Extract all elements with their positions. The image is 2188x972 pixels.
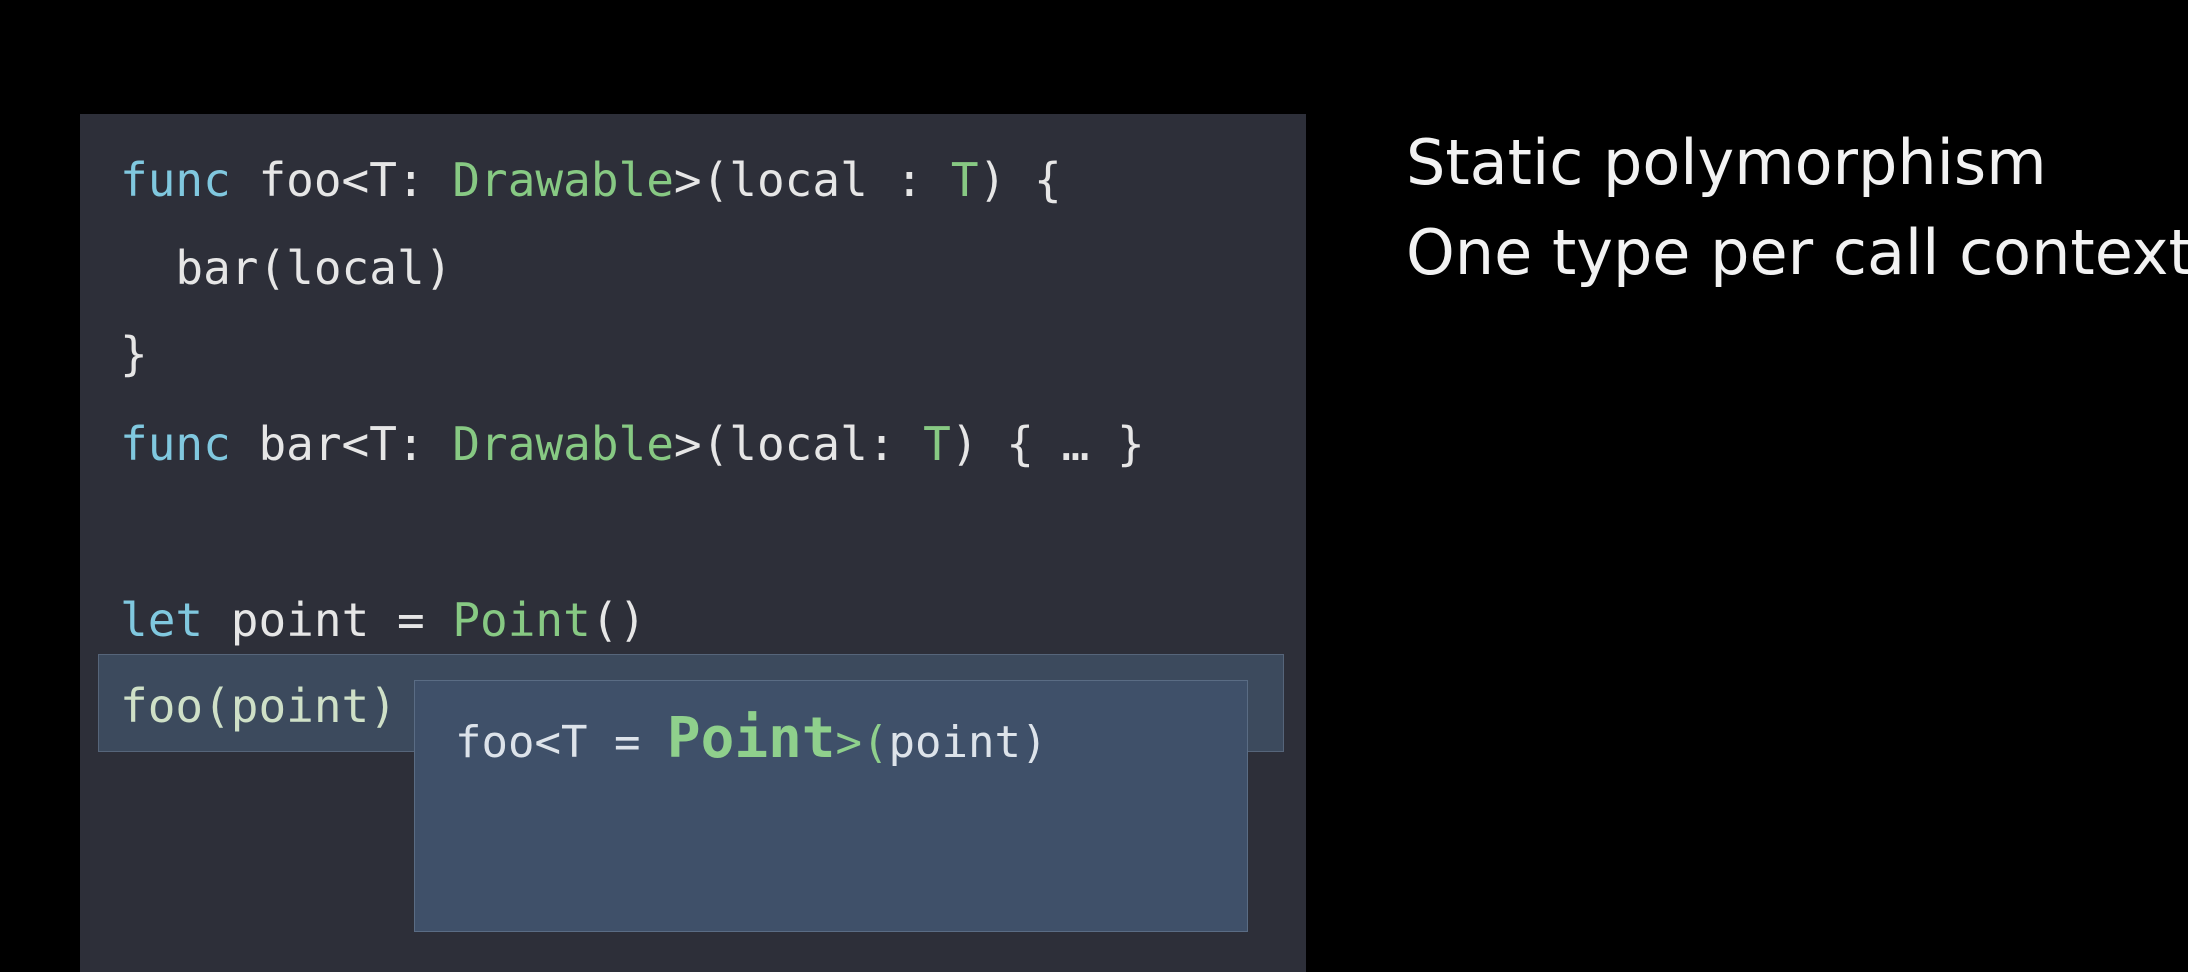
popup-suffix-open: >( <box>835 717 889 768</box>
popup-type: Point <box>666 706 836 771</box>
popup-code: foo<T = Point>(point) <box>455 709 1047 773</box>
keyword-let: let <box>120 593 204 647</box>
code-line-foo-call: foo(point) <box>120 676 397 736</box>
type-name: Drawable <box>452 417 674 471</box>
code-text: foo( <box>120 679 231 733</box>
keyword-func: func <box>120 417 231 471</box>
code-text: foo<T: <box>230 153 453 207</box>
argument-name: point <box>230 679 370 733</box>
code-line-bar-declaration: func bar<T: Drawable>(local: T) { … } <box>120 414 1145 474</box>
code-text: >(local: <box>673 417 924 471</box>
type-parameter: T <box>950 153 979 207</box>
keyword-func: func <box>120 153 231 207</box>
popup-prefix: foo<T = <box>455 717 667 768</box>
code-text: () <box>590 593 647 647</box>
code-text: ) { <box>978 153 1062 207</box>
code-text: bar<T: <box>230 417 453 471</box>
code-text: point = <box>203 593 453 647</box>
code-line-bar-call: bar(local) <box>120 241 453 295</box>
type-parameter: T <box>923 417 951 471</box>
bullet-one-type-per-call-context: One type per call context <box>1406 216 2188 289</box>
popup-arg: point <box>888 717 1021 768</box>
type-name: Point <box>452 593 591 647</box>
bullet-static-polymorphism: Static polymorphism <box>1406 126 2047 199</box>
code-line-foo-declaration: func foo<T: Drawable>(local : T) { <box>120 150 1062 210</box>
code-text: ) <box>369 679 397 733</box>
bullet-list: Static polymorphism One type per call co… <box>1406 118 2188 298</box>
code-text: ) { … } <box>950 417 1145 471</box>
code-line-closing-brace: } <box>120 327 148 381</box>
code-panel: func foo<T: Drawable>(local : T) { bar(l… <box>80 114 1306 972</box>
code-line-let-point: let point = Point() <box>120 590 646 650</box>
popup-suffix-close: ) <box>1020 717 1048 768</box>
code-text: >(local : <box>673 153 951 207</box>
type-name: Drawable <box>452 153 674 207</box>
slide: func foo<T: Drawable>(local : T) { bar(l… <box>0 0 2188 972</box>
specialization-popup: foo<T = Point>(point) <box>414 680 1248 932</box>
